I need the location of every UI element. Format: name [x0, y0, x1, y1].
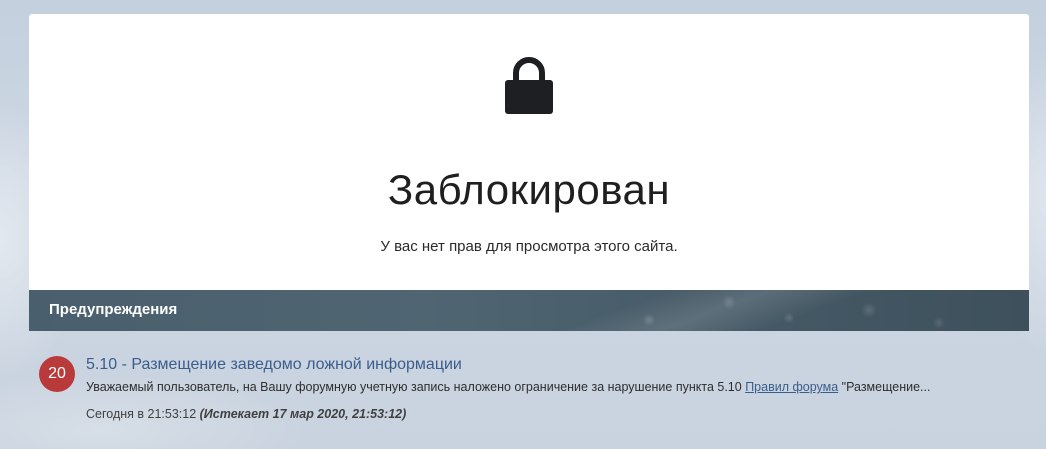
- warning-title-link[interactable]: 5.10 - Размещение заведомо ложной информ…: [86, 356, 462, 374]
- warning-meta: Сегодня в 21:53:12 (Истекает 17 мар 2020…: [86, 407, 406, 421]
- warning-text-before: Уважаемый пользователь, на Вашу форумную…: [86, 380, 746, 394]
- warnings-header-label: Предупреждения: [49, 301, 178, 318]
- blocked-message: У вас нет прав для просмотра этого сайта…: [380, 238, 678, 255]
- forum-rules-link[interactable]: Правил форума: [745, 380, 838, 394]
- warning-expires: (Истекает 17 мар 2020, 21:53:12): [199, 407, 407, 421]
- warning-points-badge: 20: [39, 356, 75, 392]
- page-title: Заблокирован: [387, 166, 671, 213]
- warning-text-after: "Размещение...: [838, 380, 931, 394]
- header-texture: [469, 290, 1029, 331]
- blocked-card: Заблокирован У вас нет прав для просмотр…: [29, 14, 1029, 290]
- lock-icon: [505, 57, 553, 114]
- warning-text: Уважаемый пользователь, на Вашу форумную…: [86, 380, 930, 394]
- warning-date: Сегодня в 21:53:12: [86, 407, 197, 421]
- warnings-header: Предупреждения: [29, 290, 1029, 331]
